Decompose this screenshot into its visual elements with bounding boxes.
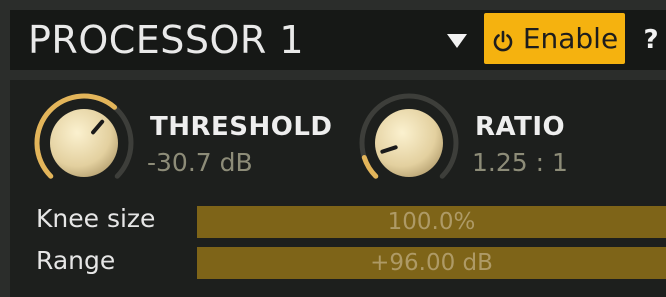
triangle-down-icon: [447, 34, 467, 48]
threshold-knob[interactable]: [32, 91, 136, 195]
ratio-value: 1.25 : 1: [472, 148, 568, 177]
ratio-knob[interactable]: [357, 91, 461, 195]
processor-title: PROCESSOR 1: [28, 18, 305, 62]
range-slider[interactable]: +96.00 dB: [197, 247, 666, 279]
enable-button[interactable]: Enable: [484, 13, 625, 64]
processor-menu-dropdown[interactable]: [446, 29, 468, 51]
knee-size-slider[interactable]: 100.0%: [197, 206, 666, 238]
threshold-label: THRESHOLD: [150, 112, 333, 142]
power-icon: [491, 27, 515, 51]
ratio-label: RATIO: [475, 112, 566, 142]
processor-panel: THRESHOLD -30.7 dB RATIO 1.25 : 1 Knee s…: [10, 80, 666, 297]
range-label: Range: [36, 246, 116, 275]
processor-header: PROCESSOR 1 Enable ?: [10, 10, 666, 70]
help-button[interactable]: ?: [638, 14, 664, 66]
enable-label: Enable: [522, 22, 619, 55]
range-value: +96.00 dB: [370, 250, 493, 276]
knee-size-value: 100.0%: [387, 209, 476, 235]
threshold-value: -30.7 dB: [147, 148, 253, 177]
knee-size-label: Knee size: [36, 204, 156, 233]
